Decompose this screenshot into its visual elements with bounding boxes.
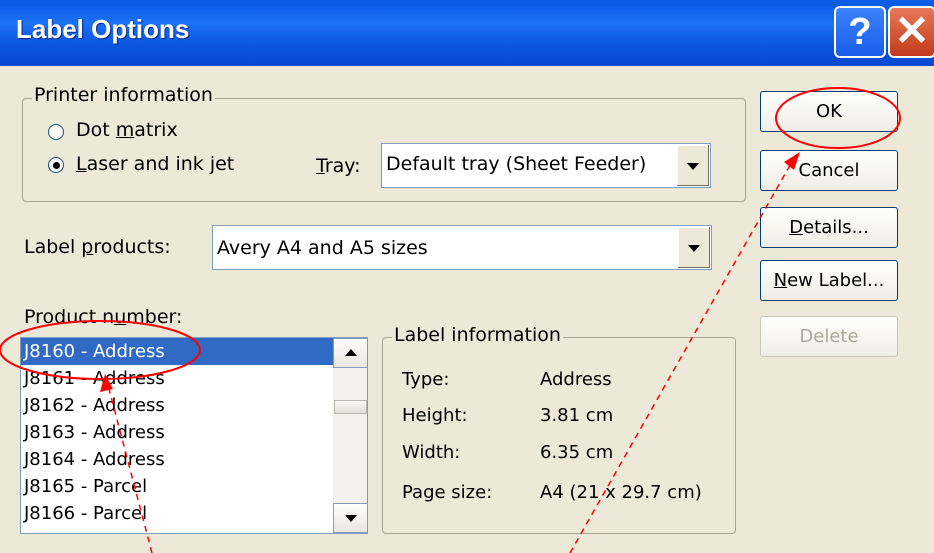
width-value: 6.35 cm xyxy=(540,442,614,463)
label-information-group xyxy=(382,337,736,534)
product-number-label: Product number: xyxy=(24,306,183,328)
list-item[interactable]: J8163 - Address xyxy=(21,419,367,446)
help-icon: ? xyxy=(848,11,872,53)
dot-matrix-label[interactable]: Dot matrix xyxy=(76,119,178,141)
new-label-button[interactable]: New Label... xyxy=(760,260,898,301)
list-item[interactable]: J8165 - Parcel xyxy=(21,473,367,500)
list-item[interactable]: J8164 - Address xyxy=(21,446,367,473)
label-products-label: Label products: xyxy=(24,236,171,258)
type-key: Type: xyxy=(402,369,450,390)
printer-information-title: Printer information xyxy=(32,84,215,106)
laser-ink-jet-radio[interactable] xyxy=(48,157,64,173)
list-item[interactable]: J8160 - Address xyxy=(21,338,367,365)
dot-matrix-radio[interactable] xyxy=(48,124,64,140)
details-button[interactable]: Details... xyxy=(760,207,898,248)
list-item[interactable]: J8162 - Address xyxy=(21,392,367,419)
label-products-dropdown-button[interactable] xyxy=(677,227,710,268)
page-size-key: Page size: xyxy=(402,482,493,503)
chevron-down-icon xyxy=(344,515,357,522)
label-information-title: Label information xyxy=(392,324,563,346)
window-title: Label Options xyxy=(16,14,190,44)
product-number-list[interactable]: J8160 - Address J8161 - Address J8162 - … xyxy=(20,337,368,534)
label-products-value: Avery A4 and A5 sizes xyxy=(217,237,428,259)
chevron-down-icon xyxy=(687,162,699,170)
chevron-up-icon xyxy=(344,349,357,356)
help-button[interactable]: ? xyxy=(834,6,886,58)
page-size-value: A4 (21 x 29.7 cm) xyxy=(540,482,702,503)
height-key: Height: xyxy=(402,405,468,426)
type-value: Address xyxy=(540,369,612,390)
scroll-up-button[interactable] xyxy=(333,338,367,368)
tray-dropdown-button[interactable] xyxy=(676,145,709,186)
width-key: Width: xyxy=(402,442,461,463)
scroll-thumb[interactable] xyxy=(334,400,367,414)
tray-label: Tray: xyxy=(316,155,361,177)
chevron-down-icon xyxy=(688,244,700,252)
delete-button[interactable]: Delete xyxy=(760,316,898,357)
list-scrollbar[interactable] xyxy=(333,338,367,533)
scroll-down-button[interactable] xyxy=(333,503,367,533)
cancel-button[interactable]: Cancel xyxy=(760,150,898,191)
tray-select[interactable]: Default tray (Sheet Feeder) xyxy=(381,143,711,188)
list-item[interactable]: J8166 - Parcel xyxy=(21,500,367,527)
ok-button[interactable]: OK xyxy=(760,91,898,132)
height-value: 3.81 cm xyxy=(540,405,614,426)
list-item[interactable]: J8161 - Address xyxy=(21,365,367,392)
laser-ink-jet-label[interactable]: Laser and ink jet xyxy=(76,153,234,175)
close-icon: ✕ xyxy=(894,7,930,54)
close-button[interactable]: ✕ xyxy=(888,6,934,58)
label-products-select[interactable]: Avery A4 and A5 sizes xyxy=(212,225,712,270)
tray-select-value: Default tray (Sheet Feeder) xyxy=(386,153,647,175)
